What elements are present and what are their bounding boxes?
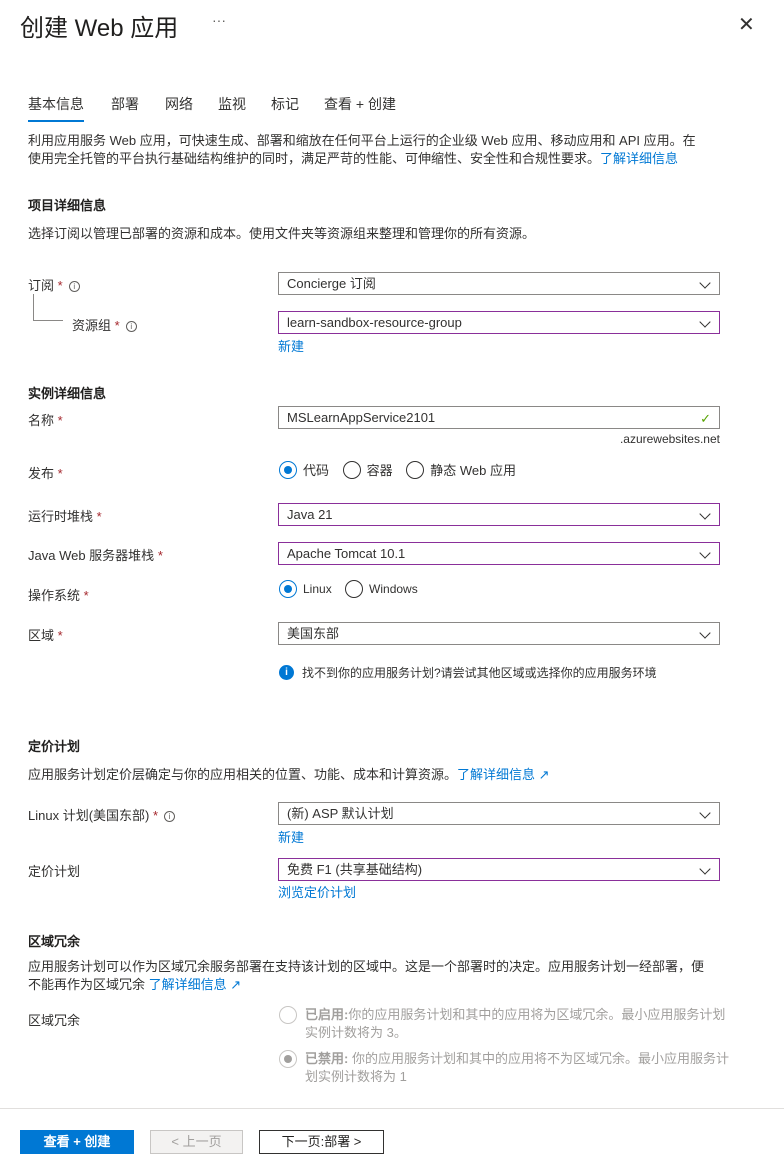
learn-more-link[interactable]: 了解详细信息 (600, 151, 678, 166)
publish-label: 发布 * (28, 466, 63, 481)
name-input[interactable]: MSLearnAppService2101 ✓ (278, 406, 720, 429)
info-icon: i (125, 321, 137, 332)
info-circle-icon: i (279, 665, 294, 680)
chevron-down-icon (699, 807, 711, 819)
project-desc: 选择订阅以管理已部署的资源和成本。使用文件夹等资源组来整理和管理你的所有资源。 (28, 226, 536, 241)
tab-networking[interactable]: 网络 (165, 94, 193, 114)
java-server-label: Java Web 服务器堆栈 * (28, 548, 163, 563)
tree-connector (33, 294, 63, 321)
tab-review-create[interactable]: 查看 + 创建 (324, 94, 396, 114)
browse-pricing-link[interactable]: 浏览定价计划 (278, 882, 356, 901)
domain-suffix: .azurewebsites.net (619, 432, 720, 446)
java-server-select[interactable]: Apache Tomcat 10.1 (278, 542, 720, 565)
chevron-down-icon (699, 863, 711, 875)
pricing-tier-label: 定价计划 (28, 864, 81, 879)
tab-basics[interactable]: 基本信息 (28, 94, 84, 122)
previous-button[interactable]: < 上一页 (150, 1130, 243, 1154)
more-options-button[interactable]: ··· (212, 12, 226, 28)
external-link-icon: ↗ (230, 977, 242, 992)
tab-monitoring[interactable]: 监视 (218, 94, 246, 114)
page-title: 创建 Web 应用 (20, 15, 179, 42)
pricing-desc: 应用服务计划定价层确定与你的应用相关的位置、功能、成本和计算资源。了解详细信息 … (28, 767, 550, 782)
zone-learn-more-link[interactable]: 了解详细信息 (149, 977, 227, 992)
chevron-down-icon (699, 508, 711, 520)
chevron-down-icon (699, 547, 711, 559)
review-create-button[interactable]: 查看 + 创建 (20, 1130, 134, 1154)
region-info: i 找不到你的应用服务计划?请尝试其他区域或选择你的应用服务环境 (279, 664, 657, 681)
pricing-tier-select[interactable]: 免费 F1 (共享基础结构) (278, 858, 720, 881)
publish-container-radio[interactable]: 容器 (342, 460, 393, 479)
zone-desc-1: 应用服务计划可以作为区域冗余服务部署在支持该计划的区域中。这是一个部署时的决定。… (28, 959, 705, 974)
linux-plan-select[interactable]: (新) ASP 默认计划 (278, 802, 720, 825)
intro-text-2: 使用完全托管的平台执行基础结构维护的同时，满足严苛的性能、可伸缩性、安全性和合规… (28, 151, 601, 166)
external-link-icon: ↗ (538, 767, 550, 782)
new-resource-group-link[interactable]: 新建 (278, 336, 304, 355)
pricing-learn-more-link[interactable]: 了解详细信息 (457, 767, 535, 782)
instance-heading: 实例详细信息 (28, 386, 107, 401)
zone-label: 区域冗余 (28, 1013, 81, 1028)
runtime-select[interactable]: Java 21 (278, 503, 720, 526)
project-heading: 项目详细信息 (28, 198, 107, 213)
linux-plan-label: Linux 计划(美国东部) * i (28, 805, 176, 824)
zone-heading: 区域冗余 (28, 934, 81, 949)
pricing-heading: 定价计划 (28, 739, 81, 754)
tab-tags[interactable]: 标记 (271, 94, 299, 114)
zone-desc-2: 不能再作为区域冗余 (28, 977, 146, 992)
os-radio-group: Linux Windows (279, 580, 428, 601)
chevron-down-icon (699, 627, 711, 639)
resource-group-label: 资源组 * i (72, 315, 137, 334)
os-windows-radio[interactable]: Windows (345, 580, 418, 598)
chevron-down-icon (699, 277, 711, 289)
checkmark-icon: ✓ (700, 411, 711, 426)
chevron-down-icon (699, 316, 711, 328)
tab-deployment[interactable]: 部署 (111, 94, 139, 114)
close-icon[interactable]: ✕ (738, 12, 755, 37)
os-linux-radio[interactable]: Linux (279, 580, 332, 598)
publish-code-radio[interactable]: 代码 (279, 460, 329, 479)
publish-static-radio[interactable]: 静态 Web 应用 (406, 460, 516, 479)
zone-enabled-radio[interactable]: 已启用:你的应用服务计划和其中的应用将为区域冗余。最小应用服务计划 实例计数将为 … (279, 1006, 729, 1042)
intro-text-1: 利用应用服务 Web 应用，可快速生成、部署和缩放在任何平台上运行的企业级 We… (28, 133, 696, 148)
region-select[interactable]: 美国东部 (278, 622, 720, 645)
name-label: 名称 * (28, 413, 63, 428)
subscription-select[interactable]: Concierge 订阅 (278, 272, 720, 295)
publish-radio-group: 代码 容器 静态 Web 应用 (279, 460, 526, 482)
info-icon: i (164, 811, 176, 822)
footer-divider (0, 1108, 784, 1109)
os-label: 操作系统 * (28, 588, 89, 603)
subscription-label: 订阅 * i (28, 275, 80, 294)
resource-group-select[interactable]: learn-sandbox-resource-group (278, 311, 720, 334)
runtime-label: 运行时堆栈 * (28, 509, 102, 524)
zone-disabled-radio[interactable]: 已禁用: 你的应用服务计划和其中的应用将不为区域冗余。最小应用服务计 划实例计数将… (279, 1050, 729, 1086)
info-icon: i (68, 281, 80, 292)
next-button[interactable]: 下一页:部署 > (259, 1130, 384, 1154)
new-plan-link[interactable]: 新建 (278, 827, 304, 846)
region-label: 区域 * (28, 628, 63, 643)
